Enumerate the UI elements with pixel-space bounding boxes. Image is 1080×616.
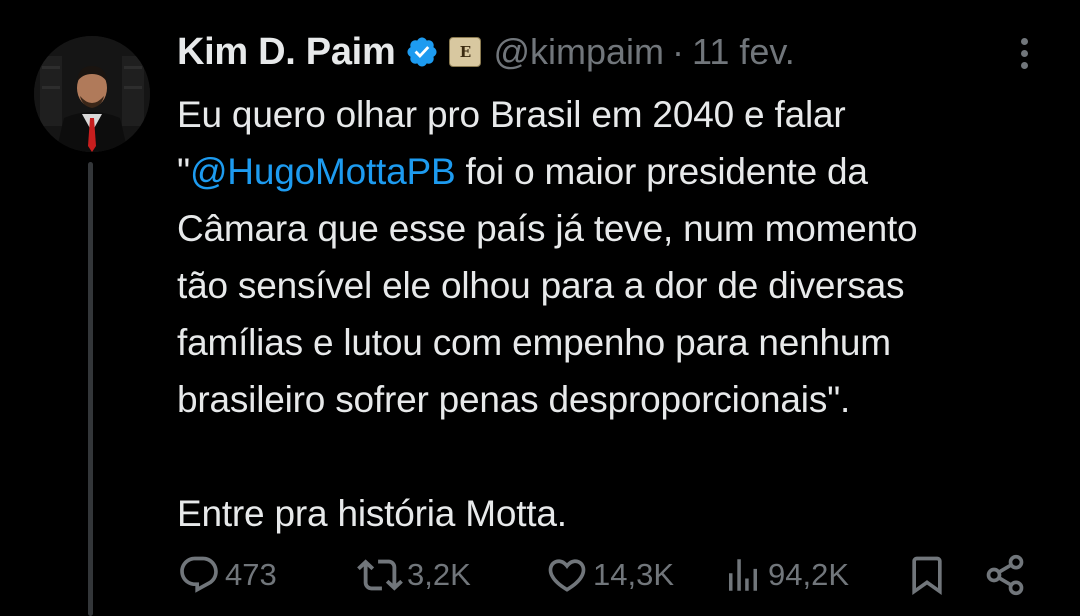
verified-badge-icon[interactable] [405,35,439,69]
like-count: 14,3K [593,557,675,592]
heart-icon [548,559,586,592]
reply-count: 473 [225,557,277,592]
thread-connector-line [88,162,93,616]
bookmark-button[interactable] [905,550,949,600]
reply-icon [180,556,218,593]
share-button[interactable] [983,550,1027,600]
mention-link[interactable]: @HugoMottaPB [190,151,456,192]
affiliation-badge-icon[interactable]: E [449,37,482,67]
tweet-text-line: famílias e lutou com empenho para nenhum [177,322,891,363]
tweet-text-line: Eu quero olhar pro Brasil em 2040 e fala… [177,94,846,135]
tweet-text-line: tão sensível ele olhou para a dor de div… [177,265,905,306]
reply-button[interactable]: 473 [177,550,277,600]
quote-mark: " [177,151,190,192]
views-count: 94,2K [768,557,850,592]
tweet-text-line: Câmara que esse país já teve, num moment… [177,208,918,249]
repost-icon [357,559,403,591]
header-separator: · [672,31,684,72]
action-bar: 473 3,2K 14,3K 94,2K [177,550,1037,600]
like-button[interactable]: 14,3K [545,550,674,600]
repost-count: 3,2K [407,557,471,592]
avatar[interactable] [34,36,150,152]
tweet-header: Kim D. Paim E @kimpaim · 11 fev. [177,28,795,76]
tweet-text-fragment: foi o maior presidente da [465,151,868,192]
bookmark-icon [912,556,942,596]
views-chart-icon [729,559,757,591]
author-handle[interactable]: @kimpaim [493,31,664,73]
more-dots-icon[interactable] [1012,38,1036,74]
tweet-text: Eu quero olhar pro Brasil em 2040 e fala… [177,86,1057,542]
tweet-date[interactable]: 11 fev. [692,31,795,73]
tweet-text-line: brasileiro sofrer penas desproporcionais… [177,379,851,420]
share-icon [986,554,1024,596]
tweet-text-line: "@HugoMottaPB foi o maior presidente da [177,143,1057,200]
tweet[interactable]: Kim D. Paim E @kimpaim · 11 fev. Eu quer… [0,0,1080,616]
avatar-image [34,36,150,152]
views-button[interactable]: 94,2K [722,550,849,600]
repost-button[interactable]: 3,2K [357,550,471,600]
tweet-text-line: Entre pra história Motta. [177,493,567,534]
author-name[interactable]: Kim D. Paim [177,31,396,74]
